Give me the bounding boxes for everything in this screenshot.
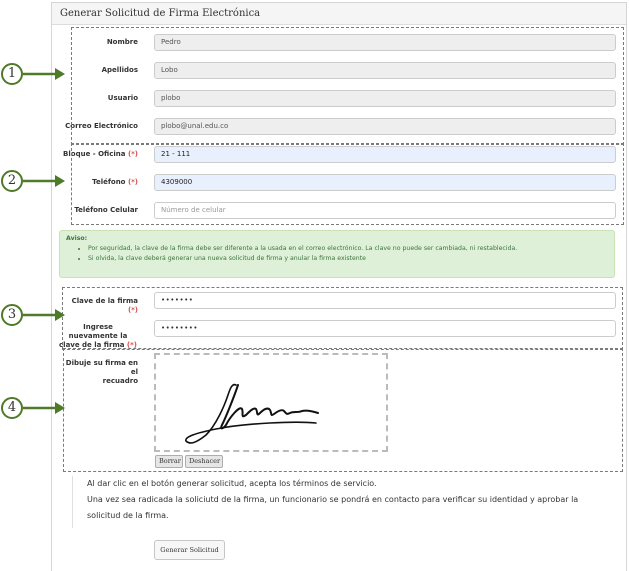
- callout-number: 1: [1, 63, 23, 85]
- panel-title: Generar Solicitud de Firma Electrónica: [52, 3, 626, 25]
- bloque-field[interactable]: 21 - 111: [154, 146, 616, 163]
- correo-label: Correo Electrónico: [65, 122, 138, 130]
- firma-label: Dibuje su firma en el recuadro: [65, 359, 138, 385]
- arrow-right-icon: [23, 402, 65, 414]
- apellidos-field[interactable]: Lobo: [154, 62, 616, 79]
- clave2-field[interactable]: ••••••••: [154, 320, 616, 337]
- usuario-label: Usuario: [107, 94, 138, 102]
- arrow-right-icon: [23, 175, 65, 187]
- generate-request-button[interactable]: Generar Solicitud: [154, 540, 225, 560]
- celular-label: Teléfono Celular: [74, 206, 138, 214]
- callout-number: 2: [1, 170, 23, 192]
- signature-stroke: [185, 383, 319, 444]
- telefono-field[interactable]: 4309000: [154, 174, 616, 191]
- usuario-field[interactable]: plobo: [154, 90, 616, 107]
- clave-label: Clave de la firma (*): [71, 297, 138, 314]
- bloque-label: Bloque - Oficina (*): [63, 150, 138, 158]
- arrow-right-icon: [23, 68, 65, 80]
- telefono-label: Teléfono (*): [92, 178, 138, 186]
- required-mark: (*): [127, 178, 138, 186]
- nombre-field[interactable]: Pedro: [154, 34, 616, 51]
- arrow-right-icon: [23, 309, 65, 321]
- undo-signature-button[interactable]: Deshacer: [185, 455, 223, 468]
- required-mark: (*): [126, 341, 137, 349]
- callout-number: 4: [1, 397, 23, 419]
- nombre-label: Nombre: [106, 38, 138, 46]
- notice-item: Si olvida, la clave deberá generar una n…: [88, 254, 608, 264]
- terms-text: Al dar clic en el botón generar solicitu…: [72, 476, 596, 528]
- notice-title: Aviso:: [66, 235, 88, 242]
- correo-field[interactable]: plobo@unal.edu.co: [154, 118, 616, 135]
- required-mark: (*): [127, 306, 138, 314]
- celular-field[interactable]: Número de celular: [154, 202, 616, 219]
- clear-signature-button[interactable]: Borrar: [155, 455, 183, 468]
- signature-canvas[interactable]: [154, 353, 388, 452]
- clave-field[interactable]: •••••••: [154, 292, 616, 309]
- required-mark: (*): [127, 150, 138, 158]
- clave2-label: Ingrese nuevamente la clave de la firma …: [59, 323, 137, 349]
- callout-number: 3: [1, 304, 23, 326]
- apellidos-label: Apellidos: [101, 66, 138, 74]
- notice-item: Por seguridad, la clave de la firma debe…: [88, 244, 608, 254]
- notice-alert: Aviso: Por seguridad, la clave de la fir…: [59, 230, 615, 278]
